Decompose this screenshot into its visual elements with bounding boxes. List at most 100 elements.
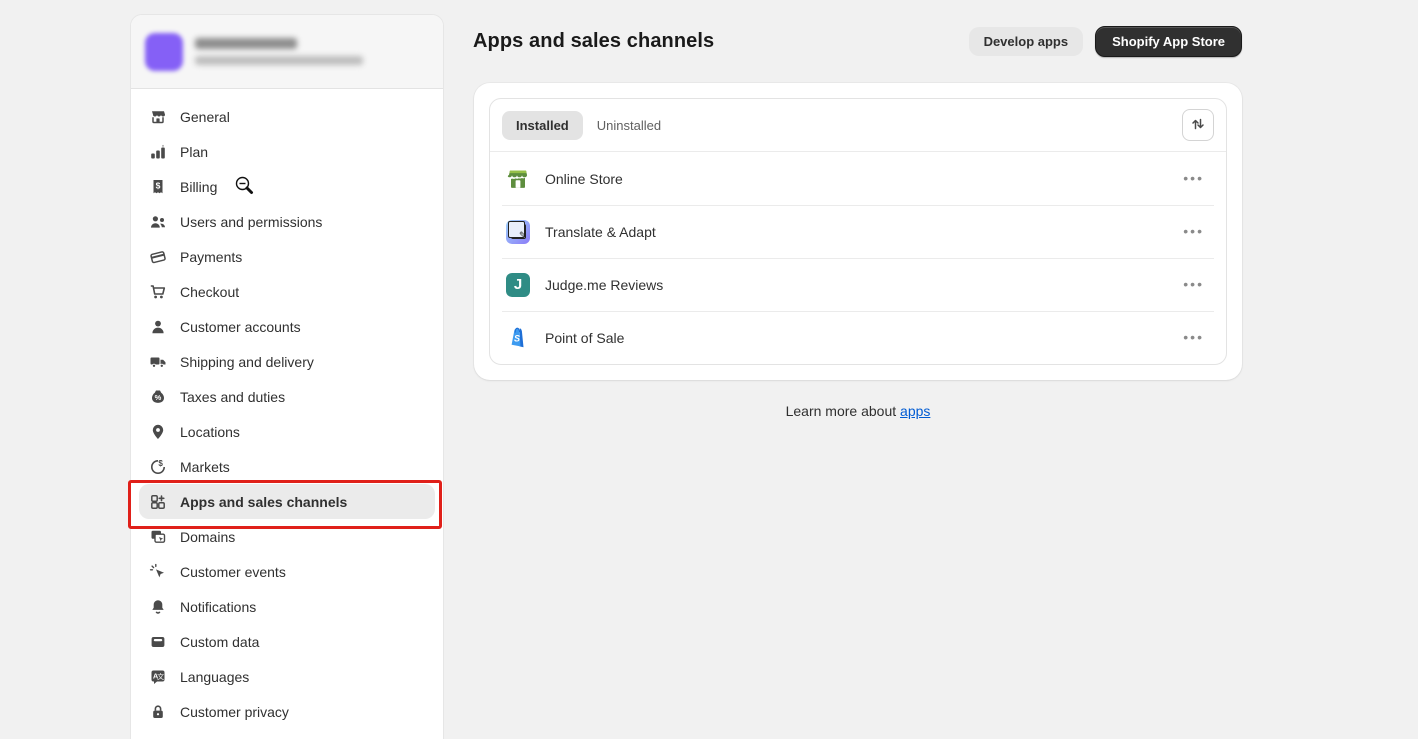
sidebar-item-label: Apps and sales channels xyxy=(180,494,347,510)
row-menu-button[interactable]: ••• xyxy=(1181,227,1206,236)
apps-list-box: Installed Uninstalled xyxy=(489,98,1227,365)
apps-link[interactable]: apps xyxy=(900,403,930,419)
app-row-translate-adapt[interactable]: Translate & Adapt ••• xyxy=(490,205,1226,258)
sidebar-item-label: Payments xyxy=(180,249,242,265)
sidebar-item-customer-events[interactable]: Customer events xyxy=(139,554,435,589)
store-avatar xyxy=(145,33,183,71)
svg-text:S: S xyxy=(514,333,520,343)
row-menu-button[interactable]: ••• xyxy=(1181,174,1206,183)
sidebar-item-label: Customer privacy xyxy=(180,704,289,720)
row-menu-button[interactable]: ••• xyxy=(1181,333,1206,342)
store-header[interactable] xyxy=(131,15,443,89)
sidebar-item-label: General xyxy=(180,109,230,125)
sidebar-item-general[interactable]: General xyxy=(139,99,435,134)
ellipsis-icon: ••• xyxy=(1183,329,1204,345)
custom-data-icon xyxy=(149,633,167,651)
app-row-judgeme-reviews[interactable]: J Judge.me Reviews ••• xyxy=(490,258,1226,311)
app-name: Translate & Adapt xyxy=(545,224,656,240)
sort-button[interactable] xyxy=(1182,109,1214,141)
translate-adapt-icon xyxy=(506,220,530,244)
apps-tabs-row: Installed Uninstalled xyxy=(490,99,1226,152)
checkout-cart-icon xyxy=(149,283,167,301)
learn-more-text: Learn more about apps xyxy=(474,403,1242,419)
sidebar-item-label: Markets xyxy=(180,459,230,475)
online-store-icon xyxy=(506,167,530,191)
sidebar-item-label: Taxes and duties xyxy=(180,389,285,405)
sidebar-item-label: Languages xyxy=(180,669,249,685)
app-name: Point of Sale xyxy=(545,330,624,346)
sidebar-item-label: Checkout xyxy=(180,284,239,300)
domains-icon xyxy=(149,528,167,546)
sidebar-item-customer-privacy[interactable]: Customer privacy xyxy=(139,694,435,729)
sidebar-item-billing[interactable]: $ Billing xyxy=(139,169,435,204)
page-header: Apps and sales channels Develop apps Sho… xyxy=(473,24,1242,58)
storefront-icon xyxy=(149,108,167,126)
sidebar-item-taxes-and-duties[interactable]: % Taxes and duties xyxy=(139,379,435,414)
apps-card: Installed Uninstalled xyxy=(474,83,1242,380)
app-name: Judge.me Reviews xyxy=(545,277,663,293)
sidebar-item-markets[interactable]: $ Markets xyxy=(139,449,435,484)
sort-arrows-icon xyxy=(1190,116,1206,135)
payments-icon xyxy=(149,248,167,266)
sidebar-item-label: Notifications xyxy=(180,599,256,615)
bell-icon xyxy=(149,598,167,616)
learn-more-prefix: Learn more about xyxy=(786,403,897,419)
sidebar-item-payments[interactable]: Payments xyxy=(139,239,435,274)
app-row-point-of-sale[interactable]: S Point of Sale ••• xyxy=(490,311,1226,364)
sidebar-item-label: Users and permissions xyxy=(180,214,322,230)
sidebar-item-label: Domains xyxy=(180,529,235,545)
judgeme-monogram: J xyxy=(514,276,522,293)
markets-globe-icon: $ xyxy=(149,458,167,476)
sidebar-item-users-and-permissions[interactable]: Users and permissions xyxy=(139,204,435,239)
users-icon xyxy=(149,213,167,231)
store-info-redacted xyxy=(195,38,363,65)
tab-uninstalled[interactable]: Uninstalled xyxy=(583,111,675,140)
svg-text:$: $ xyxy=(156,180,161,190)
customer-events-icon xyxy=(149,563,167,581)
sidebar-item-checkout[interactable]: Checkout xyxy=(139,274,435,309)
location-pin-icon xyxy=(149,423,167,441)
plan-icon xyxy=(149,143,167,161)
sidebar-item-customer-accounts[interactable]: Customer accounts xyxy=(139,309,435,344)
app-name: Online Store xyxy=(545,171,623,187)
app-row-online-store[interactable]: Online Store ••• xyxy=(490,152,1226,205)
sidebar-item-label: Billing xyxy=(180,179,217,195)
svg-text:%: % xyxy=(155,393,162,402)
sidebar-item-label: Customer accounts xyxy=(180,319,301,335)
sidebar-item-notifications[interactable]: Notifications xyxy=(139,589,435,624)
customer-accounts-icon xyxy=(149,318,167,336)
sidebar-item-languages[interactable]: A文 Languages xyxy=(139,659,435,694)
tab-installed[interactable]: Installed xyxy=(502,111,583,140)
svg-text:$: $ xyxy=(158,459,163,468)
store-name-redacted xyxy=(195,38,297,49)
sidebar-item-apps-and-sales-channels[interactable]: Apps and sales channels xyxy=(139,484,435,519)
apps-grid-icon xyxy=(149,493,167,511)
store-url-redacted xyxy=(195,56,363,65)
sidebar-item-label: Custom data xyxy=(180,634,259,650)
ellipsis-icon: ••• xyxy=(1183,170,1204,186)
row-menu-button[interactable]: ••• xyxy=(1181,280,1206,289)
sidebar-item-label: Customer events xyxy=(180,564,286,580)
header-actions: Develop apps Shopify App Store xyxy=(969,26,1242,57)
sidebar-item-shipping-and-delivery[interactable]: Shipping and delivery xyxy=(139,344,435,379)
shipping-truck-icon xyxy=(149,353,167,371)
sidebar-item-label: Shipping and delivery xyxy=(180,354,314,370)
settings-sidebar: General Plan $ Billing Users and permiss… xyxy=(130,14,444,739)
sidebar-item-locations[interactable]: Locations xyxy=(139,414,435,449)
judgeme-reviews-icon: J xyxy=(506,273,530,297)
ellipsis-icon: ••• xyxy=(1183,223,1204,239)
sidebar-item-label: Plan xyxy=(180,144,208,160)
svg-text:文: 文 xyxy=(157,672,164,681)
point-of-sale-icon: S xyxy=(506,326,530,350)
sidebar-item-plan[interactable]: Plan xyxy=(139,134,435,169)
develop-apps-button[interactable]: Develop apps xyxy=(969,27,1084,56)
billing-icon: $ xyxy=(149,178,167,196)
shopify-app-store-button[interactable]: Shopify App Store xyxy=(1095,26,1242,57)
sidebar-item-domains[interactable]: Domains xyxy=(139,519,435,554)
sidebar-item-label: Locations xyxy=(180,424,240,440)
ellipsis-icon: ••• xyxy=(1183,276,1204,292)
settings-nav: General Plan $ Billing Users and permiss… xyxy=(131,89,443,729)
taxes-icon: % xyxy=(149,388,167,406)
sidebar-item-custom-data[interactable]: Custom data xyxy=(139,624,435,659)
page-title: Apps and sales channels xyxy=(473,30,714,53)
